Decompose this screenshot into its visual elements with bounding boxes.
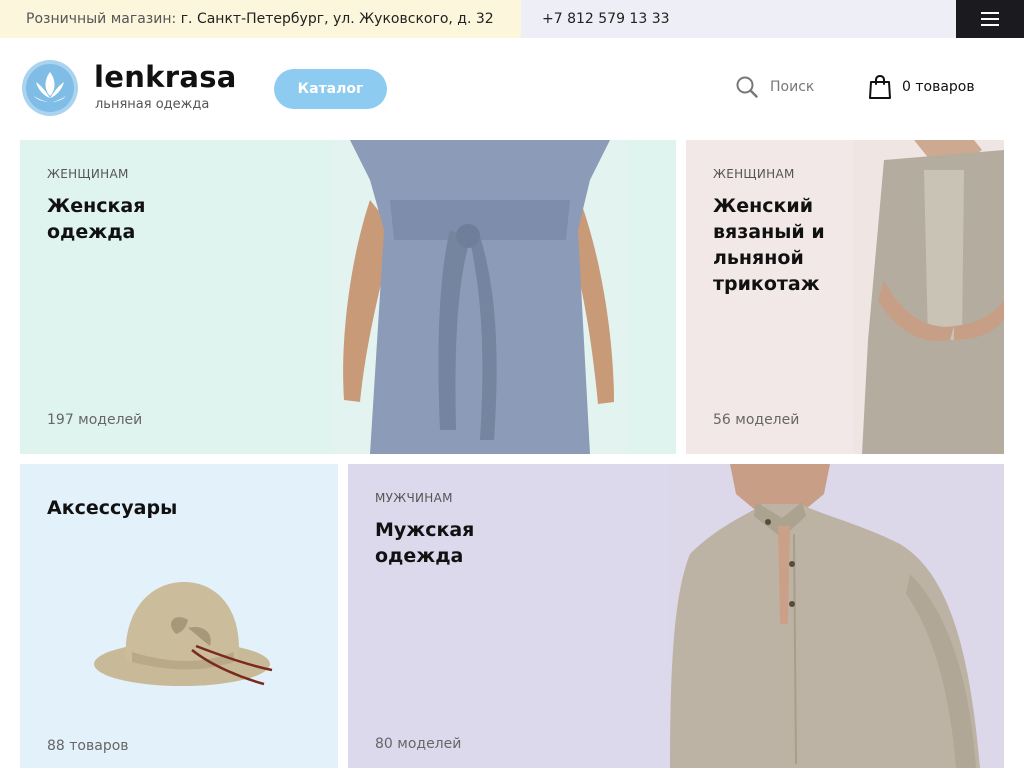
top-info-bar: Розничный магазин: г. Санкт-Петербург, у… [0, 0, 1024, 38]
cart-count: 0 товаров [902, 79, 975, 95]
category-tile-accessories[interactable]: Аксессуары 88 товаров [20, 464, 338, 768]
shopping-bag-icon [869, 74, 891, 99]
tile-kicker: МУЖЧИНАМ [375, 491, 453, 505]
linen-dress-photo [330, 140, 630, 454]
tile-count: 56 моделей [713, 412, 800, 428]
tile-title: Аксессуары [47, 497, 178, 519]
tile-kicker: ЖЕНЩИНАМ [713, 167, 795, 181]
search-label: Поиск [770, 79, 815, 95]
tile-kicker: ЖЕНЩИНАМ [47, 167, 129, 181]
category-tile-knitwear[interactable]: ЖЕНЩИНАМ Женский вязаный и льняной трико… [686, 140, 1004, 454]
tile-title: Женский вязаный и льняной трикотаж [713, 195, 825, 295]
address-prefix: Розничный магазин: [26, 11, 177, 27]
hamburger-icon[interactable] [956, 0, 1024, 38]
category-tile-men-clothing[interactable]: МУЖЧИНАМ Мужская одежда 80 моделей [348, 464, 1004, 768]
tile-title: Мужская одежда [375, 519, 475, 567]
knit-cardigan-photo [854, 140, 1004, 454]
lotus-logo-icon[interactable] [20, 58, 80, 118]
tile-title: Женская одежда [47, 195, 146, 243]
catalog-button[interactable]: Каталог [274, 69, 387, 109]
search-icon [736, 76, 758, 98]
brand-name[interactable]: lenkrasa [94, 60, 237, 94]
tile-count: 80 моделей [375, 736, 462, 752]
store-address: Розничный магазин: г. Санкт-Петербург, у… [0, 0, 521, 38]
address-text: г. Санкт-Петербург, ул. Жуковского, д. 3… [180, 11, 494, 27]
linen-shirt-photo [670, 464, 1004, 768]
phone-link[interactable]: +7 812 579 13 33 [542, 0, 670, 38]
category-tile-women-clothing[interactable]: ЖЕНЩИНАМ Женская одежда 197 моделей [20, 140, 676, 454]
tile-count: 197 моделей [47, 412, 143, 428]
search-button[interactable]: Поиск [736, 76, 814, 98]
linen-hat-photo [94, 582, 273, 686]
cart-button[interactable]: 0 товаров [868, 74, 975, 100]
brand-tagline: льняная одежда [95, 97, 210, 112]
tile-count: 88 товаров [47, 738, 129, 754]
